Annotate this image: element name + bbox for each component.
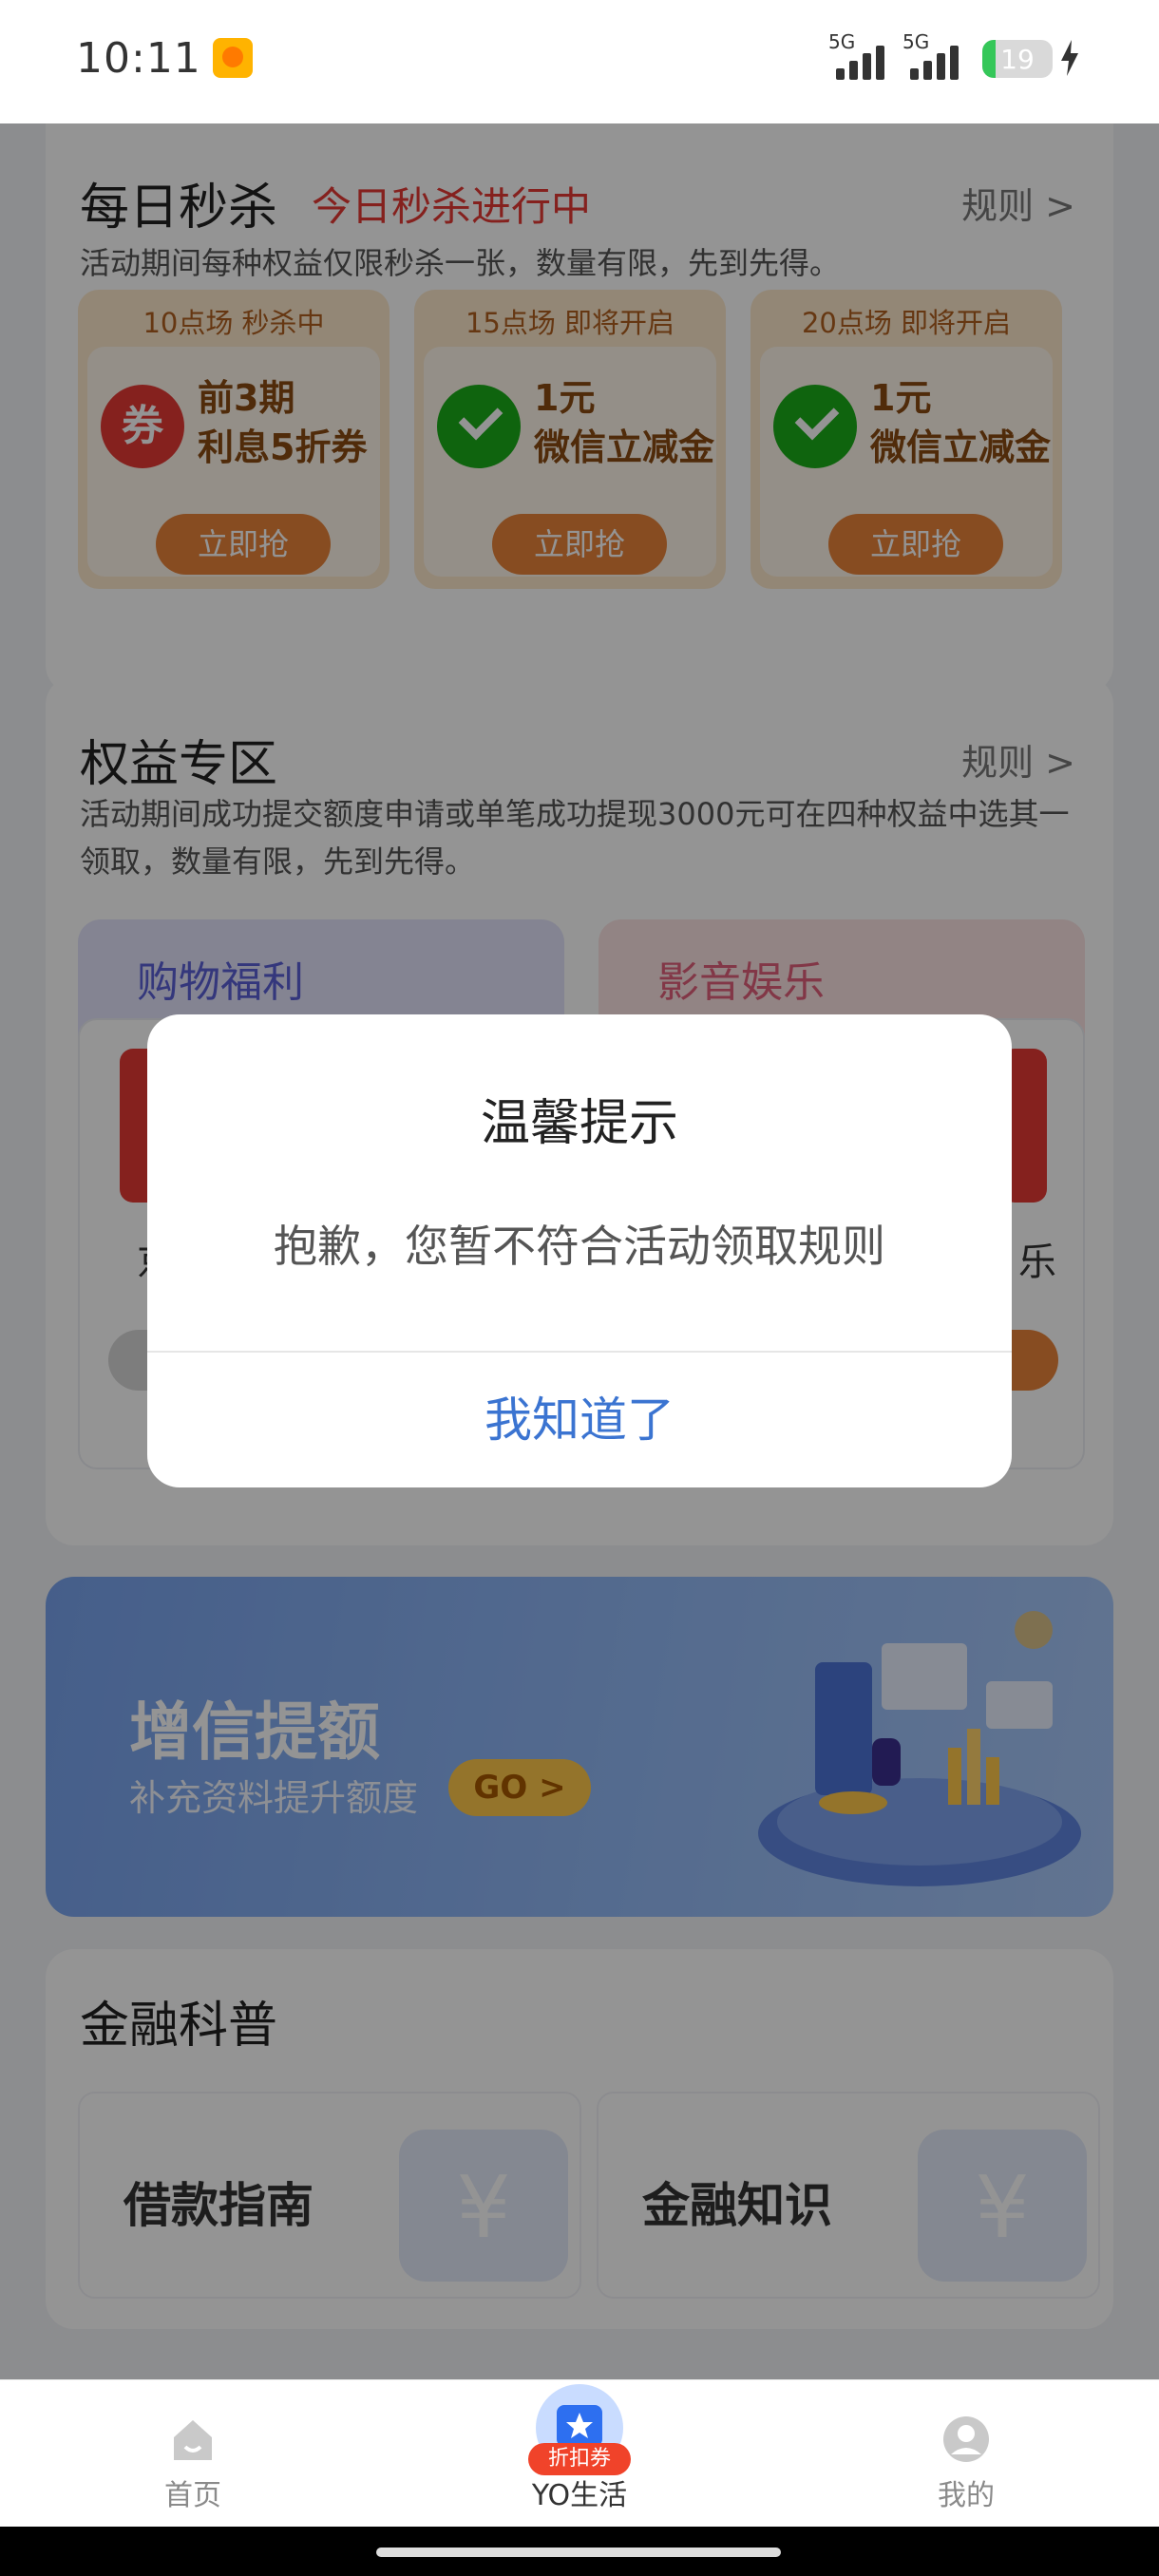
nav-lifestyle-label: YO生活 (531, 2479, 628, 2512)
nav-mine[interactable]: 我的 (862, 2380, 1071, 2528)
dialog-ok-button[interactable]: 我知道了 (147, 1353, 1012, 1487)
dialog-message: 抱歉，您暂不符合活动领取规则 (274, 1221, 885, 1272)
battery-icon: 19 (982, 40, 1053, 78)
notice-dialog: 温馨提示 抱歉，您暂不符合活动领取规则 我知道了 (147, 1014, 1012, 1487)
dialog-title: 温馨提示 (480, 1095, 678, 1152)
nav-mine-label: 我的 (938, 2479, 995, 2512)
status-time: 10:11 (76, 34, 201, 83)
notification-app-icon (213, 38, 253, 78)
home-icon (174, 2420, 212, 2460)
profile-icon (943, 2416, 989, 2462)
status-bar: 10:11 5G 5G 19 (0, 0, 1159, 123)
shopping-bag-icon (557, 2405, 602, 2447)
discount-coupon-badge: 折扣券 (528, 2443, 631, 2475)
battery-percent: 19 (1000, 44, 1035, 75)
signal-strength-icon: 5G (902, 30, 971, 80)
nav-home-label: 首页 (164, 2479, 221, 2512)
network-type-label: 5G (902, 30, 930, 53)
nav-home[interactable]: 首页 (88, 2380, 297, 2528)
charging-icon (1061, 40, 1078, 76)
nav-lifestyle[interactable]: 折扣券 YO生活 (475, 2380, 684, 2528)
home-gesture-handle[interactable] (376, 2548, 781, 2557)
signal-strength-icon: 5G (828, 30, 897, 80)
network-type-label: 5G (828, 30, 856, 53)
gesture-bar (0, 2527, 1159, 2576)
bottom-navigation: 首页 折扣券 YO生活 我的 (0, 2379, 1159, 2527)
